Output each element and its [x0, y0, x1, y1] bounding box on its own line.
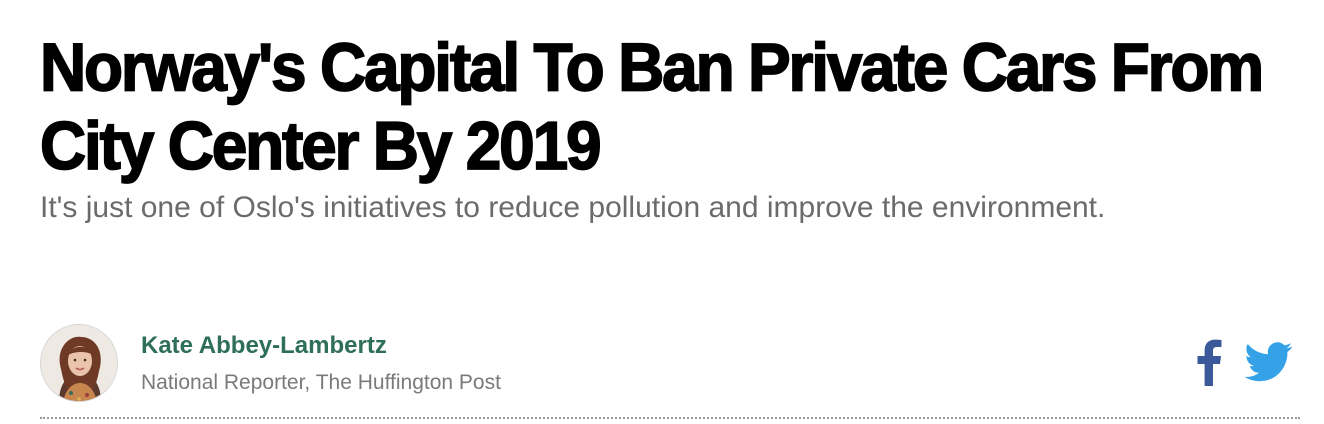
facebook-share-button[interactable]	[1196, 338, 1222, 391]
article-header: Norway's Capital To Ban Private Cars Fro…	[39, 28, 1302, 230]
twitter-share-button[interactable]	[1244, 341, 1293, 387]
byline-divider	[40, 417, 1300, 419]
author-name-link[interactable]: Kate Abbey-Lambertz	[141, 332, 387, 360]
author-photo-icon	[41, 325, 117, 401]
subheadline: It's just one of Oslo's initiatives to r…	[40, 191, 1106, 224]
twitter-icon	[1244, 341, 1293, 381]
share-buttons	[1196, 338, 1293, 391]
author-avatar[interactable]	[40, 324, 118, 402]
author-title: National Reporter, The Huffington Post	[141, 371, 501, 394]
byline: Kate Abbey-Lambertz National Reporter, T…	[40, 324, 1300, 404]
headline: Norway's Capital To Ban Private Cars Fro…	[39, 28, 1265, 184]
facebook-icon	[1197, 339, 1222, 386]
